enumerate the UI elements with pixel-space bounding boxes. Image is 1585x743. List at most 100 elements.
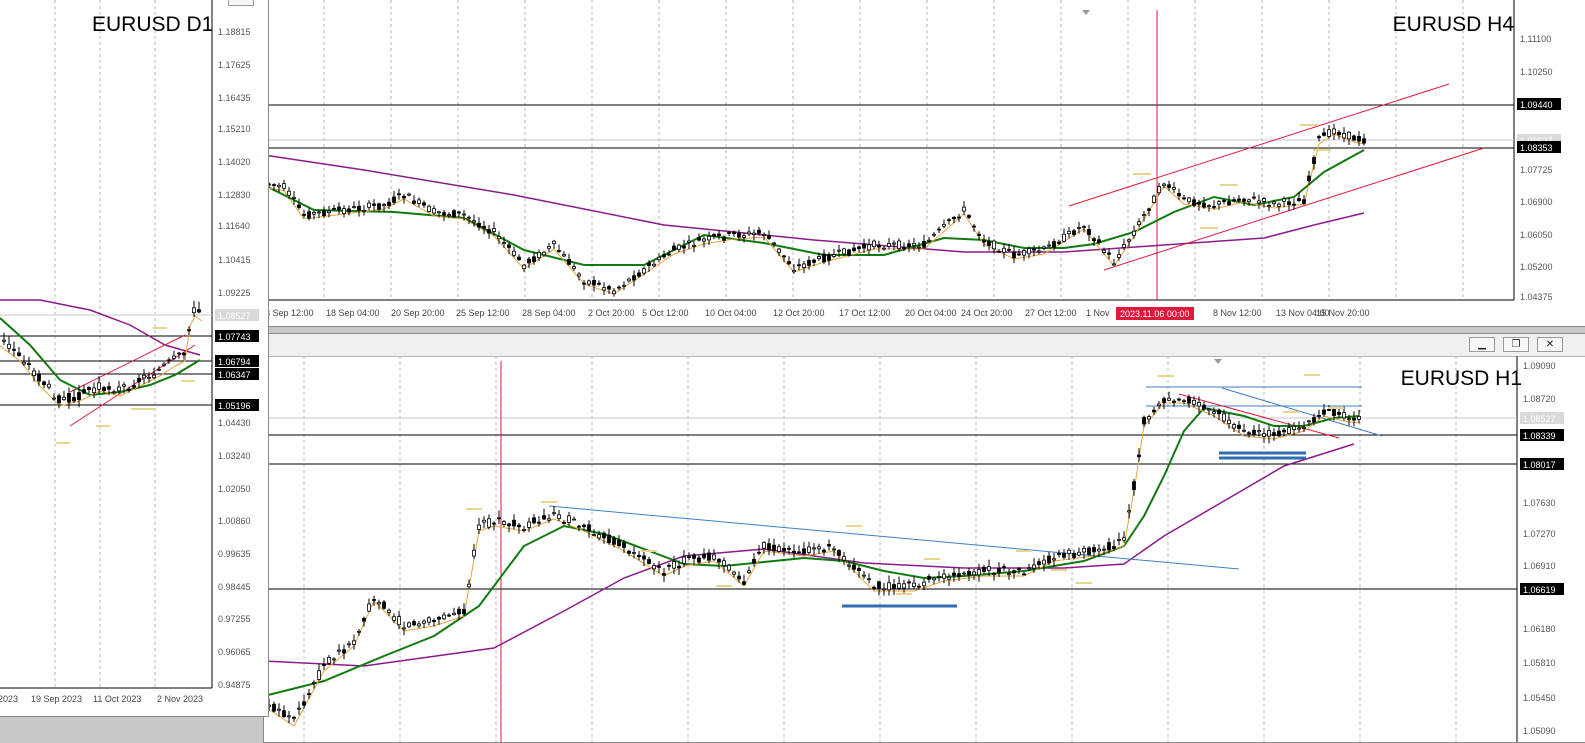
h4-candle-body (562, 254, 566, 257)
h1-candle-body (1027, 567, 1031, 570)
price-axis-label: 1.09225 (218, 288, 251, 298)
h4-candle-body (457, 211, 461, 214)
h1-candle-body (1342, 412, 1346, 419)
h1-candle-body (492, 522, 496, 525)
h4-candle-body (1277, 203, 1281, 207)
h1-candle-body (322, 664, 326, 666)
h4-candle-body (397, 193, 401, 196)
h1-candle-body (282, 710, 286, 717)
h1-candle-body (662, 573, 666, 576)
maximize-button[interactable]: ❐ (1503, 337, 1529, 352)
close-button[interactable]: ✕ (1537, 337, 1563, 352)
time-axis-label: 10 Oct 04:00 (705, 308, 757, 318)
h4-candle-body (787, 261, 791, 265)
h1-candle-body (762, 541, 766, 549)
h1-candle-body (937, 575, 941, 578)
chart-window-d1[interactable]: ✕ 1.188151.176251.164351.152101.140201.1… (0, 0, 269, 717)
price-axis-label: 0.96065 (218, 647, 251, 657)
h4-candle-body (547, 245, 551, 249)
time-axis-label: 27 Oct 12:00 (1025, 308, 1077, 318)
symbol-timeframe-label: EURUSD D1 (92, 13, 214, 36)
h4-candle-body (997, 250, 1001, 253)
h4-candle-body (332, 207, 336, 210)
h4-candle-body (382, 204, 386, 207)
h1-candle-body (1142, 416, 1146, 425)
price-axis-label: 1.02050 (218, 484, 251, 494)
h1-candle-body (1012, 570, 1016, 574)
h4-candle-body (552, 240, 556, 245)
price-axis-label: 1.06900 (1520, 197, 1553, 207)
d1-candle-body (52, 397, 56, 400)
h4-candle-body (737, 232, 741, 238)
chart-window-h1[interactable]: ▁ ❐ ✕ 1.09090 1.08720 1.07630 1.07270 1.0691… (263, 333, 1585, 743)
h1-candle-body (542, 515, 546, 520)
scroll-marker-icon (1214, 359, 1222, 364)
h1-candle-body (522, 529, 526, 531)
h1-candle-body (1067, 549, 1071, 555)
h1-candle-body (857, 567, 861, 572)
h1-candle-body (597, 534, 601, 539)
price-tag: 1.07743 (218, 332, 251, 342)
h4-candle-body (277, 184, 281, 188)
h1-candle-body (647, 559, 651, 564)
h1-candle-body (797, 551, 801, 554)
h4-candle-body (1257, 200, 1261, 204)
price-tag: 1.05196 (218, 401, 251, 411)
h4-candle-body (307, 211, 311, 219)
window-titlebar[interactable]: ▁ ❐ ✕ (264, 334, 1585, 357)
h1-candle-body (1242, 429, 1246, 432)
h4-candle-body (597, 282, 601, 285)
h1-candle-body (1182, 400, 1186, 403)
h1-candle-body (1152, 409, 1156, 413)
h4-candle-body (1122, 244, 1126, 248)
h4-candle-body (377, 203, 381, 210)
h4-candle-body (962, 206, 966, 212)
h1-candle-body (557, 514, 561, 519)
h4-chart-canvas[interactable]: 1.11100 1.10250 1.07725 1.06900 1.06050 1.052… (264, 0, 1585, 327)
h1-candle-body (1262, 433, 1266, 437)
time-axis-label: 11 Oct 2023 (93, 694, 141, 704)
h1-chart-canvas[interactable]: 1.09090 1.08720 1.07630 1.07270 1.06910 1.061… (264, 356, 1585, 743)
d1-candle-body (197, 309, 201, 313)
h4-candle-body (767, 235, 771, 239)
h4-candle-body (1022, 250, 1026, 256)
h1-candle-body (552, 512, 556, 515)
h1-candle-body (1052, 558, 1056, 561)
h4-candle-body (542, 251, 546, 256)
h1-candle-body (907, 581, 911, 584)
d1-chart-canvas[interactable]: 1.18815 1.17625 1.16435 1.15210 1.14020 1.128… (0, 0, 269, 717)
h4-candle-body (617, 286, 621, 289)
d1-candle-body (7, 343, 11, 349)
h1-candle-body (587, 524, 591, 532)
h1-candle-body (362, 618, 366, 622)
minimize-button[interactable]: ▁ (1469, 337, 1495, 352)
h4-candle-body (1107, 252, 1111, 255)
chart-window-h4[interactable]: 1.11100 1.10250 1.07725 1.06900 1.06050 1.052… (263, 0, 1585, 327)
h4-candle-body (512, 250, 516, 256)
h4-candle-body (792, 269, 796, 273)
h1-candle-body (452, 612, 456, 616)
h1-candle-body (1102, 548, 1106, 551)
h1-candle-body (677, 565, 681, 569)
h4-candle-body (832, 254, 836, 257)
h4-candle-body (337, 206, 341, 211)
h4-candle-body (1227, 201, 1231, 206)
h1-candle-body (1112, 546, 1116, 549)
time-axis-label: 19 Sep 2023 (31, 694, 82, 704)
h1-candle-body (1317, 414, 1321, 417)
price-axis-label: 1.11640 (218, 221, 250, 231)
price-axis-label: 1.05810 (1523, 658, 1556, 668)
h4-candle-body (1212, 206, 1216, 208)
d1-candle-body (102, 386, 106, 391)
h1-candle-body (427, 617, 431, 623)
h4-candle-body (1062, 233, 1066, 242)
price-tag: 1.06794 (218, 357, 251, 367)
h4-candle-body (657, 256, 661, 261)
h4-candle-body (442, 212, 446, 216)
d1-candle-body (157, 368, 161, 371)
h4-candle-body (422, 202, 426, 206)
price-axis-label: 1.06910 (1523, 561, 1556, 571)
price-axis-label: 1.08720 (1523, 394, 1556, 404)
h1-candle-body (1072, 553, 1076, 558)
time-axis-label: 5 Oct 12:00 (642, 308, 689, 318)
